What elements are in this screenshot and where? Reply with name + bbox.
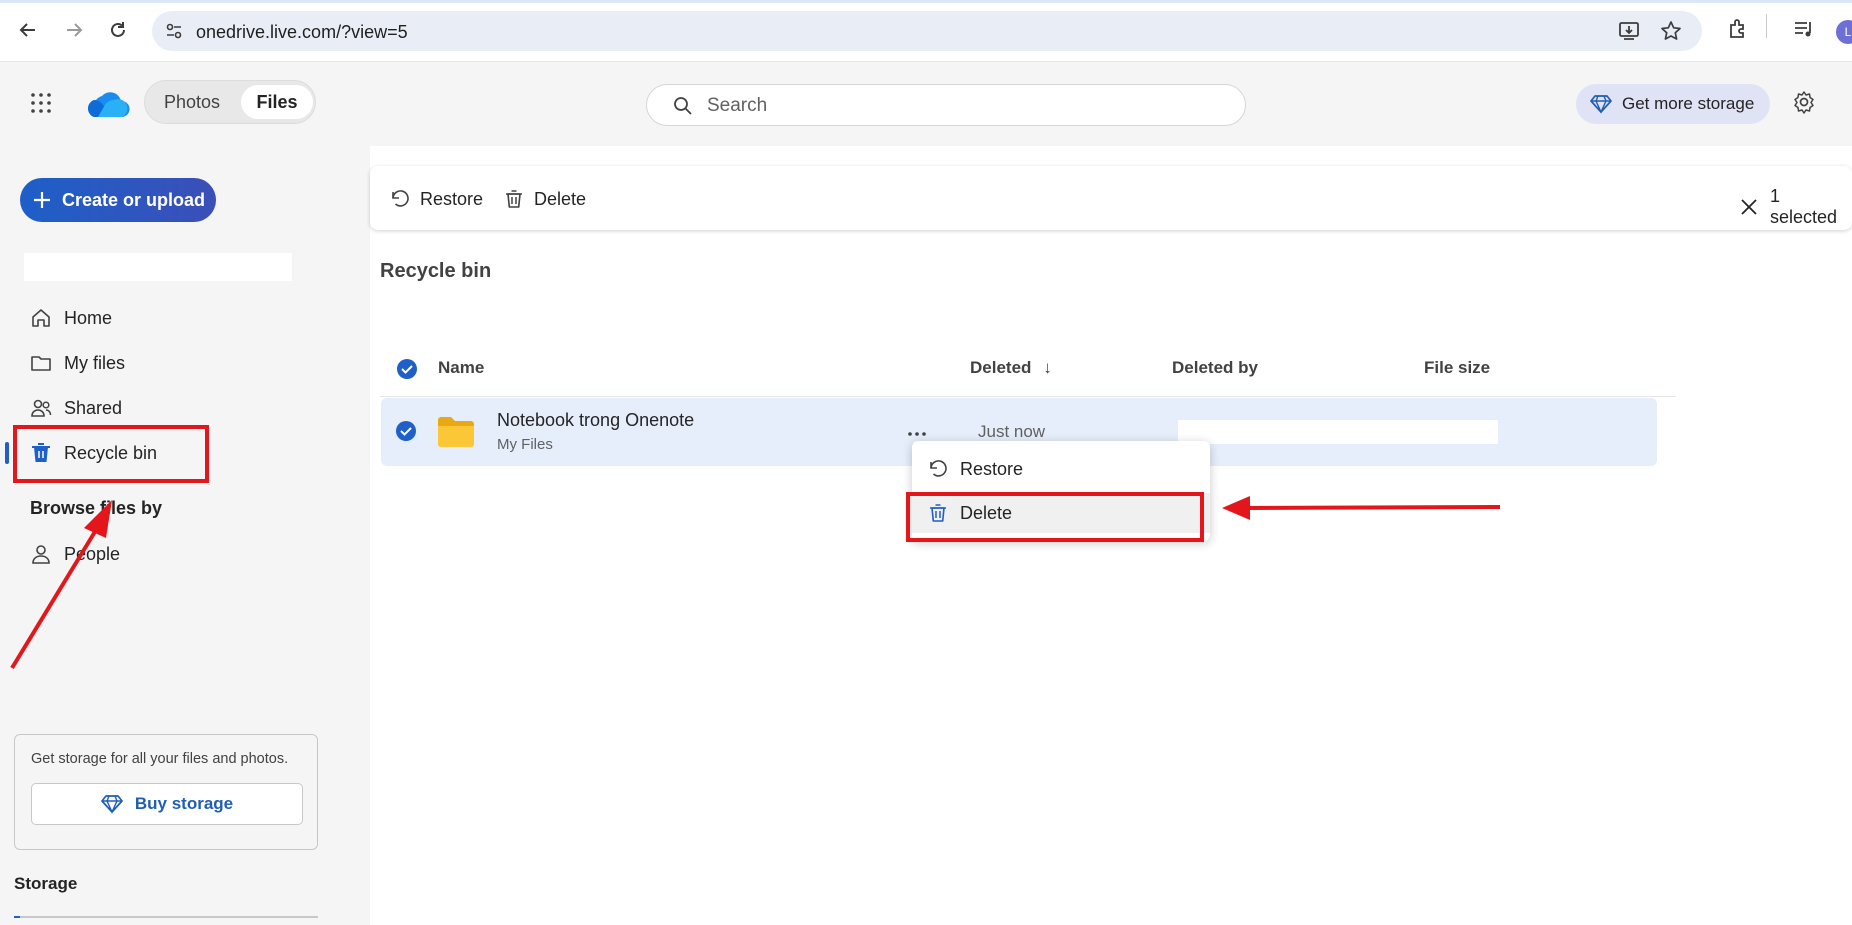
storage-heading: Storage <box>14 874 78 893</box>
storage-promo-text: Get storage for all your files and photo… <box>31 751 289 767</box>
browser-toolbar: onedrive.live.com/?view=5 L <box>0 0 1852 62</box>
sidebar-item-my-files[interactable]: My files <box>14 345 264 381</box>
folder-icon <box>437 416 475 453</box>
get-more-storage-button[interactable]: Get more storage <box>1576 84 1770 124</box>
back-arrow-icon <box>19 23 35 37</box>
forward-button[interactable] <box>60 16 88 44</box>
home-icon <box>30 307 52 329</box>
undo-arrow-icon <box>928 459 948 479</box>
diamond-icon <box>1590 94 1612 114</box>
selected-count: 1 selected <box>1770 186 1838 227</box>
plus-icon <box>32 190 52 210</box>
reload-button[interactable] <box>104 16 132 44</box>
annotation-box-delete <box>906 492 1204 542</box>
toolbar-divider <box>1766 14 1767 38</box>
diamond-icon <box>101 794 123 814</box>
reload-icon <box>111 22 125 37</box>
row-checkbox[interactable] <box>395 420 417 447</box>
browse-files-by-heading: Browse files by <box>30 498 163 518</box>
address-bar[interactable]: onedrive.live.com/?view=5 <box>152 11 1702 51</box>
trash-icon <box>504 189 524 209</box>
files-tab[interactable]: Files <box>241 85 313 119</box>
create-or-upload-label: Create or upload <box>62 189 206 210</box>
storage-promo-card: Get storage for all your files and photo… <box>14 734 318 850</box>
profile-avatar[interactable]: L <box>1836 20 1852 44</box>
deleted-time: Just now <box>978 422 1046 441</box>
file-location: My Files <box>497 436 553 453</box>
column-header-name[interactable]: Name <box>438 358 484 378</box>
redacted-area <box>24 253 292 281</box>
app-launcher-icon[interactable] <box>30 92 52 119</box>
redacted-deleted-by <box>1178 420 1498 444</box>
more-options-icon[interactable] <box>907 424 927 442</box>
left-sidebar: Create or upload Home My files Shared Re… <box>0 146 370 925</box>
forward-arrow-icon <box>67 23 83 37</box>
onedrive-logo-icon[interactable] <box>84 90 130 125</box>
buy-storage-label: Buy storage <box>134 794 234 813</box>
create-or-upload-button[interactable]: Create or upload <box>20 178 216 222</box>
page-title: Recycle bin <box>380 260 492 282</box>
url-text: onedrive.live.com/?view=5 <box>196 22 408 42</box>
photos-tab[interactable]: Photos <box>149 85 235 119</box>
close-icon <box>1740 198 1758 216</box>
column-header-file-size[interactable]: File size <box>1424 358 1490 378</box>
sidebar-item-home[interactable]: Home <box>14 300 264 336</box>
storage-usage-bar <box>14 916 318 918</box>
sidebar-item-label: People <box>64 543 121 564</box>
person-icon <box>30 543 52 565</box>
search-icon <box>673 96 693 121</box>
storage-usage-fill <box>14 916 21 918</box>
sidebar-item-shared[interactable]: Shared <box>14 390 264 426</box>
site-info-icon[interactable] <box>164 21 184 46</box>
delete-command-label: Delete <box>534 188 587 209</box>
file-name[interactable]: Notebook trong Onenote <box>497 410 694 431</box>
delete-command-button[interactable]: Delete <box>504 186 586 212</box>
command-bar: Restore Delete 1 selected <box>370 166 1852 230</box>
active-indicator <box>5 442 9 464</box>
clear-selection-button[interactable]: 1 selected <box>1740 186 1852 228</box>
install-app-icon[interactable] <box>1618 20 1640 47</box>
restore-command-label: Restore <box>420 188 484 209</box>
settings-gear-icon[interactable] <box>1792 90 1816 119</box>
tab-strip <box>0 0 1852 3</box>
search-input[interactable] <box>707 93 1227 119</box>
restore-command-button[interactable]: Restore <box>390 186 483 212</box>
header-divider <box>380 396 1676 397</box>
column-header-deleted[interactable]: Deleted ↓ <box>970 358 1052 378</box>
sidebar-item-label: My files <box>64 352 126 373</box>
bookmark-star-icon[interactable] <box>1660 20 1682 47</box>
file-list: Name Deleted ↓ Deleted by File size Note… <box>370 328 1852 925</box>
sidebar-item-label: Home <box>64 307 113 328</box>
undo-arrow-icon <box>390 189 410 209</box>
folder-icon <box>30 352 52 374</box>
buy-storage-button[interactable]: Buy storage <box>31 783 303 825</box>
extensions-icon[interactable] <box>1726 17 1750 46</box>
menu-item-label: Restore <box>960 458 1024 479</box>
sort-down-arrow-icon: ↓ <box>1043 358 1052 377</box>
people-icon <box>30 397 52 419</box>
media-controls-icon[interactable] <box>1792 17 1816 46</box>
column-header-deleted-by[interactable]: Deleted by <box>1172 358 1258 378</box>
sidebar-item-people[interactable]: People <box>14 536 264 572</box>
sidebar-item-label: Shared <box>64 397 123 418</box>
annotation-box-recycle-bin <box>13 425 209 483</box>
search-box <box>646 84 1246 126</box>
menu-item-restore[interactable]: Restore <box>912 449 1210 489</box>
app-header: Photos Files Get more storage <box>0 62 1852 146</box>
back-button[interactable] <box>14 16 42 44</box>
select-all-checkbox[interactable] <box>396 358 418 385</box>
get-more-storage-label: Get more storage <box>1622 94 1755 113</box>
photos-files-switcher: Photos Files <box>144 80 316 124</box>
